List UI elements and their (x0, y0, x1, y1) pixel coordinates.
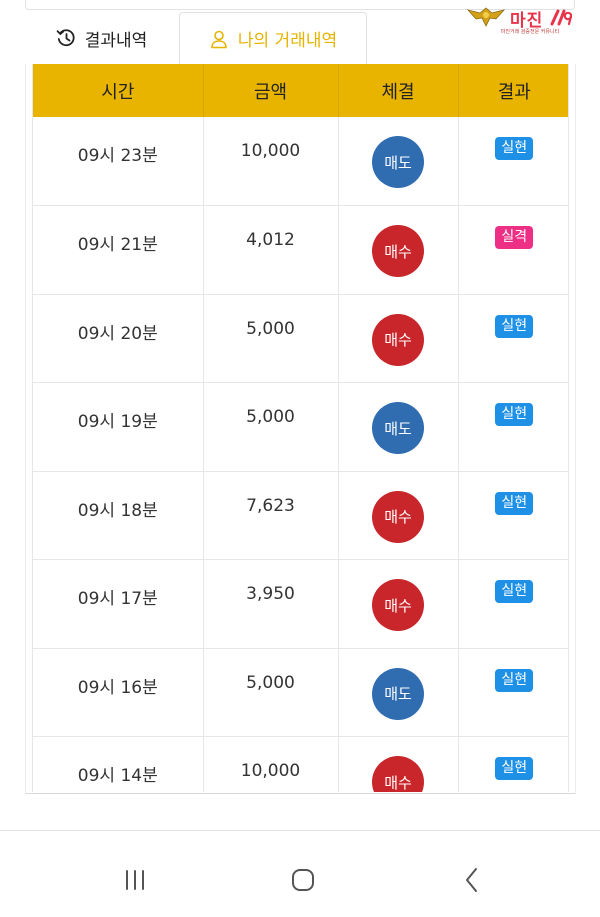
trade-badge: 매수 (372, 490, 424, 543)
trade-badge: 매수 (372, 756, 424, 792)
trade-badge: 매수 (372, 313, 424, 366)
result-badge: 실현 (495, 137, 534, 160)
table-row: 09시 16분 5,000 매도 실현 (33, 648, 568, 737)
cell-amount: 10,000 (203, 736, 339, 792)
cell-amount: 5,000 (203, 382, 339, 472)
cell-amount: 3,950 (203, 559, 339, 649)
cell-time: 09시 19분 (33, 382, 204, 472)
cell-time: 09시 16분 (33, 648, 204, 737)
back-button[interactable] (458, 867, 486, 893)
history-icon (56, 28, 76, 48)
trade-table: 시간 금액 체결 결과 09시 23분 10,000 매도 실현 09시 21분… (33, 64, 568, 792)
result-badge: 실현 (495, 314, 534, 338)
cell-amount: 4,012 (203, 205, 339, 295)
trade-history-screen: 결과내역 나의 거래내역 마진 마진거래 검증전문 커뮤니티 시간 금액 체결 … (0, 0, 600, 917)
recent-apps-icon (126, 870, 144, 890)
table-row: 09시 21분 4,012 매수 실격 (33, 205, 568, 295)
trade-badge: 매수 (372, 579, 424, 631)
result-badge: 실격 (495, 226, 534, 249)
cell-amount: 10,000 (203, 117, 339, 206)
trade-badge: 매수 (372, 225, 424, 277)
trade-badge: 매도 (372, 667, 424, 720)
result-badge: 실현 (495, 580, 534, 603)
table-row: 09시 18분 7,623 매수 실현 (33, 471, 568, 560)
cell-time: 09시 18분 (33, 471, 204, 560)
table-row: 09시 23분 10,000 매도 실현 (33, 117, 568, 206)
back-icon (466, 868, 477, 892)
header-trade: 체결 (338, 64, 459, 117)
table-row: 09시 19분 5,000 매도 실현 (33, 382, 568, 472)
table-row: 09시 14분 10,000 매수 실현 (33, 736, 568, 792)
tab-my-trades-label: 나의 거래내역 (237, 31, 338, 51)
logo-tagline: 마진거래 검증전문 커뮤니티 (500, 29, 560, 35)
logo-number-mark-icon (550, 9, 572, 26)
cell-amount: 5,000 (203, 648, 339, 737)
result-badge: 실현 (495, 491, 534, 515)
result-badge: 실현 (495, 403, 534, 426)
watermark-logo: 마진 마진거래 검증전문 커뮤니티 (466, 4, 572, 38)
cell-time: 09시 17분 (33, 559, 204, 649)
header-amount: 금액 (203, 64, 339, 117)
table-header-row: 시간 금액 체결 결과 (33, 64, 568, 117)
tab-results[interactable]: 결과내역 (25, 12, 178, 64)
home-button[interactable] (287, 867, 319, 893)
header-result: 결과 (458, 64, 568, 117)
trade-table-scroll[interactable]: 시간 금액 체결 결과 09시 23분 10,000 매도 실현 09시 21분… (32, 64, 569, 792)
result-badge: 실현 (495, 757, 534, 780)
trade-badge: 매도 (372, 136, 424, 188)
cell-time: 09시 20분 (33, 294, 204, 383)
eagle-emblem-icon (466, 7, 506, 27)
cell-amount: 7,623 (203, 471, 339, 560)
cell-amount: 5,000 (203, 294, 339, 383)
home-icon (292, 869, 314, 891)
tab-results-label: 결과내역 (84, 30, 148, 51)
header-time: 시간 (33, 64, 204, 117)
tab-my-trades[interactable]: 나의 거래내역 (179, 12, 367, 64)
cell-time: 09시 14분 (33, 736, 204, 792)
trade-badge: 매도 (372, 402, 424, 454)
cell-time: 09시 23분 (33, 117, 204, 206)
cell-time: 09시 21분 (33, 205, 204, 295)
result-badge: 실현 (495, 668, 534, 692)
user-icon (209, 29, 229, 49)
table-row: 09시 17분 3,950 매수 실현 (33, 559, 568, 649)
system-navbar (0, 831, 600, 917)
table-row: 09시 20분 5,000 매수 실현 (33, 294, 568, 383)
recent-apps-button[interactable] (119, 867, 151, 893)
